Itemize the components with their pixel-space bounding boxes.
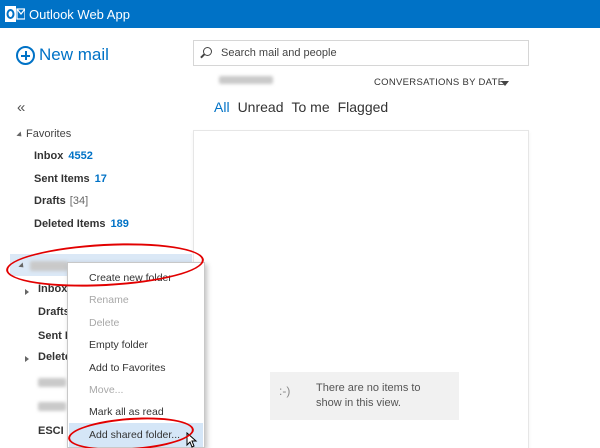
folder-context-menu: Create new folder Rename Delete Empty fo… [67,262,205,448]
outlook-logo-icon [5,6,25,22]
deleted-expand-icon[interactable] [25,356,29,362]
folder-label: Drafts [38,306,70,318]
sort-dropdown[interactable]: CONVERSATIONS BY DATE [374,77,504,88]
app-title: Outlook Web App [29,7,130,22]
menu-item-create-new-folder[interactable]: Create new folder [89,272,172,284]
plus-circle-icon [16,45,35,65]
filter-to-me[interactable]: To me [291,99,329,115]
inbox-expand-icon[interactable] [25,289,29,295]
smiley-icon: :-) [279,384,291,398]
filter-unread[interactable]: Unread [238,99,284,115]
unread-count: 4552 [68,150,93,162]
search-box[interactable] [193,40,529,66]
chevron-down-icon[interactable] [501,81,509,86]
menu-item-add-shared-folder[interactable]: Add shared folder... [89,429,180,441]
account-esci-folder[interactable]: ESCI [38,425,64,437]
folder-label: Deleted Items [34,218,106,230]
folder-label: Inbox [34,150,64,162]
redacted-folder[interactable] [38,378,66,387]
folder-label: Sent Items [34,173,90,185]
folder-label: Drafts [34,195,66,207]
menu-item-mark-all-read[interactable]: Mark all as read [89,406,164,418]
filter-flagged[interactable]: Flagged [338,99,389,115]
redacted-folder-title [219,76,273,84]
menu-item-empty-folder[interactable]: Empty folder [89,339,148,351]
folder-label: Inbox [38,283,68,295]
unread-count: 189 [110,218,129,230]
favorites-expand-icon[interactable] [16,131,24,139]
favorite-drafts[interactable]: Drafts [34] [34,195,88,207]
account-drafts[interactable]: Drafts [38,306,70,318]
favorites-heading: Favorites [26,128,72,140]
redacted-account-name [30,261,68,271]
filter-bar: All Unread To me Flagged [214,99,388,115]
filter-all[interactable]: All [214,99,230,115]
empty-state: :-) There are no items to show in this v… [270,372,459,420]
search-icon [203,47,212,56]
empty-message: There are no items to show in this view. [316,382,421,409]
menu-item-move[interactable]: Move... [89,384,123,396]
folder-label: ESCI [38,425,64,437]
new-mail-label: New mail [39,45,109,64]
account-inbox[interactable]: Inbox [38,283,67,295]
favorite-inbox[interactable]: Inbox 4552 [34,150,93,162]
mouse-pointer-icon [186,432,198,448]
top-bar: Outlook Web App [0,0,600,28]
new-mail-button[interactable]: New mail [16,44,109,66]
collapse-nav-button[interactable]: « [17,99,25,116]
favorite-deleted-items[interactable]: Deleted Items 189 [34,218,129,230]
search-input[interactable] [221,45,511,61]
menu-item-delete[interactable]: Delete [89,317,119,329]
unread-count: 17 [94,173,107,185]
menu-item-rename[interactable]: Rename [89,294,129,306]
redacted-folder[interactable] [38,402,66,411]
item-count: [34] [69,195,89,207]
menu-item-add-to-favorites[interactable]: Add to Favorites [89,362,165,374]
favorite-sent-items[interactable]: Sent Items 17 [34,173,107,185]
